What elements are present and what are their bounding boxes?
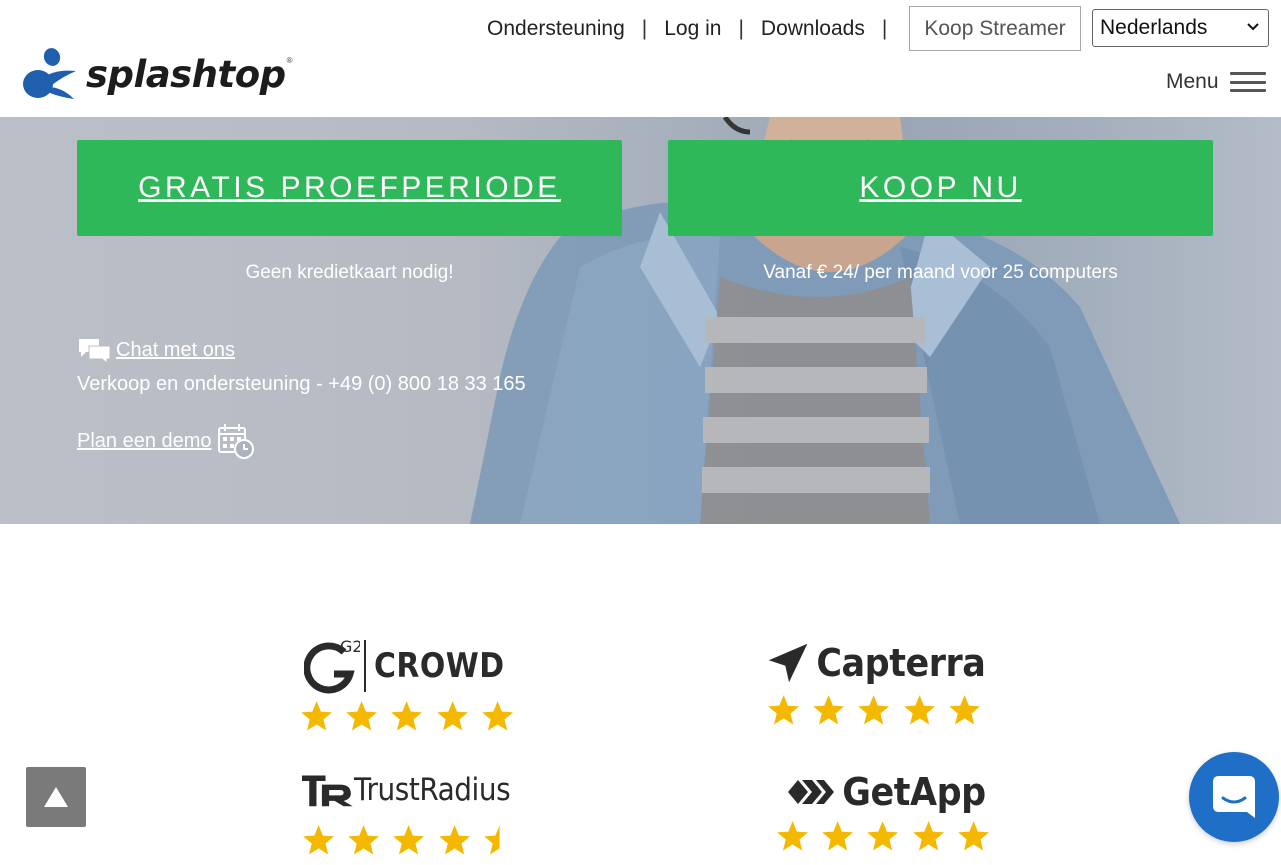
trustradius-logo: TrustRadius <box>302 770 528 810</box>
free-trial-note: Geen kredietkaart nodig! <box>245 262 454 283</box>
logo-registered-mark: ® <box>286 55 293 65</box>
language-select-value: Nederlands <box>1100 16 1208 39</box>
getapp-wordmark: GetApp <box>842 770 986 814</box>
chat-link[interactable]: Chat met ons <box>77 337 235 363</box>
star-icon <box>822 821 854 851</box>
getapp-chevrons-icon <box>788 780 835 804</box>
star-icon <box>391 701 423 731</box>
trustradius-tr-icon <box>302 775 353 807</box>
calendar-clock-icon <box>217 424 254 459</box>
chevron-down-icon <box>1247 23 1259 31</box>
pricing-note: Vanaf € 24/ per maand voor 25 computers <box>763 262 1118 283</box>
review-getapp[interactable]: GetApp <box>776 770 1002 852</box>
g2-logo-icon: G2 <box>303 638 360 694</box>
trustradius-wordmark: TrustRadius <box>354 772 511 808</box>
star-icon <box>858 695 890 725</box>
star-icon <box>912 821 944 851</box>
free-trial-button[interactable]: GRATIS PROEFPERIODE <box>77 140 622 236</box>
star-icon <box>348 825 380 855</box>
top-navigation: Ondersteuning | Log in | Downloads | <box>487 16 904 42</box>
rating-stars <box>300 700 526 732</box>
hero-section: GRATIS PROEFPERIODE KOOP NU Geen krediet… <box>0 117 1281 524</box>
star-icon <box>768 695 800 725</box>
star-icon <box>393 825 425 855</box>
star-icon <box>903 695 935 725</box>
rating-stars <box>776 820 1002 852</box>
star-icon <box>777 821 809 851</box>
chat-launcher-icon <box>1213 776 1255 818</box>
review-capterra[interactable]: Capterra <box>767 640 993 726</box>
capterra-wordmark: Capterra <box>816 641 987 685</box>
star-icon <box>484 825 500 855</box>
g2-crowd-logo: G2 CROWD <box>300 638 526 694</box>
splashtop-logo-icon <box>23 48 76 99</box>
star-icon <box>438 825 470 855</box>
logo-wordmark: splashtop <box>86 52 286 96</box>
site-header: splashtop ® Ondersteuning | Log in | Dow… <box>0 0 1281 117</box>
buy-streamer-button[interactable]: Koop Streamer <box>909 6 1081 51</box>
nav-separator: | <box>881 17 888 40</box>
chat-bubbles-icon <box>79 339 111 363</box>
getapp-logo: GetApp <box>776 770 1002 814</box>
nav-link-login[interactable]: Log in <box>664 17 721 41</box>
menu-toggle[interactable]: Menu <box>1166 70 1266 94</box>
star-icon <box>346 701 378 731</box>
chat-label: Chat met ons <box>116 338 235 361</box>
nav-link-downloads[interactable]: Downloads <box>761 17 865 41</box>
menu-label: Menu <box>1166 70 1219 93</box>
hamburger-icon <box>1229 72 1266 92</box>
rating-stars <box>302 824 528 856</box>
star-icon <box>813 695 845 725</box>
nav-separator: | <box>641 17 648 40</box>
scroll-to-top-button[interactable] <box>26 767 86 827</box>
star-icon <box>867 821 899 851</box>
star-icon <box>436 701 468 731</box>
demo-label: Plan een demo <box>77 429 212 452</box>
nav-separator: | <box>738 17 744 40</box>
buy-now-button[interactable]: KOOP NU <box>668 140 1213 236</box>
live-chat-launcher[interactable] <box>1189 752 1279 842</box>
star-icon <box>482 701 513 731</box>
star-icon <box>949 695 980 725</box>
schedule-demo-link[interactable]: Plan een demo <box>77 422 255 460</box>
nav-link-support[interactable]: Ondersteuning <box>487 17 625 41</box>
review-g2-crowd[interactable]: G2 CROWD <box>300 638 526 732</box>
sales-support-phone: Verkoop en ondersteuning - +49 (0) 800 1… <box>77 373 526 395</box>
language-select[interactable]: Nederlands <box>1092 9 1269 47</box>
star-icon <box>958 821 989 851</box>
svg-text:G2: G2 <box>340 638 360 656</box>
g2-crowd-wordmark: CROWD <box>373 646 505 686</box>
star-icon <box>301 701 333 731</box>
review-trustradius[interactable]: TrustRadius <box>302 770 528 856</box>
g2-divider <box>363 640 366 692</box>
arrow-up-icon <box>44 787 68 807</box>
capterra-logo: Capterra <box>767 640 993 686</box>
splashtop-logo[interactable]: splashtop ® <box>22 46 293 102</box>
capterra-arrow-icon <box>768 643 808 683</box>
rating-stars <box>767 694 993 726</box>
star-icon <box>303 825 335 855</box>
